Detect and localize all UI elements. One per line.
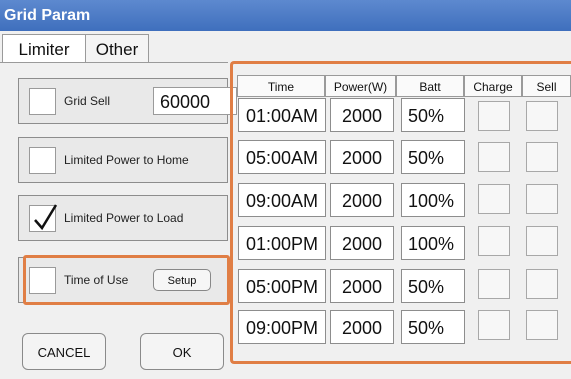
limited-home-label: Limited Power to Home [64, 153, 189, 167]
row-power[interactable]: 2000 [330, 140, 394, 174]
header-charge: Charge [464, 75, 522, 97]
row-batt[interactable]: 50% [401, 140, 465, 174]
row-time[interactable]: 05:00PM [238, 269, 326, 303]
row-power[interactable]: 2000 [330, 183, 394, 217]
row-charge-checkbox[interactable] [478, 310, 510, 340]
row-time[interactable]: 05:00AM [238, 140, 326, 174]
row-time[interactable]: 09:00AM [238, 183, 326, 217]
row-time[interactable]: 01:00PM [238, 226, 326, 260]
window-title: Grid Param [0, 0, 571, 31]
time-of-use-highlight [23, 255, 230, 305]
limited-load-row: Limited Power to Load [18, 195, 228, 241]
row-batt[interactable]: 100% [401, 183, 465, 217]
tab-divider [0, 62, 228, 63]
header-batt: Batt [396, 75, 464, 97]
row-batt[interactable]: 50% [401, 310, 465, 344]
checkmark-icon [34, 204, 58, 231]
header-power: Power(W) [325, 75, 396, 97]
row-charge-checkbox[interactable] [478, 101, 510, 131]
row-sell-checkbox[interactable] [526, 101, 558, 131]
row-charge-checkbox[interactable] [478, 142, 510, 172]
limited-home-checkbox[interactable] [29, 147, 56, 174]
limited-home-row: Limited Power to Home [18, 137, 228, 183]
header-time: Time [237, 75, 325, 97]
row-time[interactable]: 01:00AM [238, 98, 326, 132]
limited-load-label: Limited Power to Load [64, 211, 184, 225]
grid-sell-label: Grid Sell [64, 94, 111, 108]
grid-sell-checkbox[interactable] [29, 88, 56, 115]
row-charge-checkbox[interactable] [478, 269, 510, 299]
row-charge-checkbox[interactable] [478, 226, 510, 256]
row-sell-checkbox[interactable] [526, 184, 558, 214]
tab-limiter[interactable]: Limiter [2, 34, 86, 63]
grid-sell-row: Grid Sell 60000 [18, 78, 237, 124]
row-batt[interactable]: 50% [401, 269, 465, 303]
row-charge-checkbox[interactable] [478, 184, 510, 214]
limited-load-checkbox[interactable] [29, 204, 58, 232]
row-sell-checkbox[interactable] [526, 226, 558, 256]
row-batt[interactable]: 50% [401, 98, 465, 132]
tab-other[interactable]: Other [85, 34, 149, 63]
row-sell-checkbox[interactable] [526, 142, 558, 172]
row-power[interactable]: 2000 [330, 226, 394, 260]
row-power[interactable]: 2000 [330, 269, 394, 303]
row-sell-checkbox[interactable] [526, 310, 558, 340]
row-sell-checkbox[interactable] [526, 269, 558, 299]
cancel-button[interactable]: CANCEL [22, 333, 106, 370]
row-time[interactable]: 09:00PM [238, 310, 326, 344]
row-power[interactable]: 2000 [330, 310, 394, 344]
row-power[interactable]: 2000 [330, 98, 394, 132]
grid-sell-input[interactable]: 60000 [153, 87, 237, 115]
ok-button[interactable]: OK [140, 333, 224, 370]
header-sell: Sell [522, 75, 571, 97]
row-batt[interactable]: 100% [401, 226, 465, 260]
